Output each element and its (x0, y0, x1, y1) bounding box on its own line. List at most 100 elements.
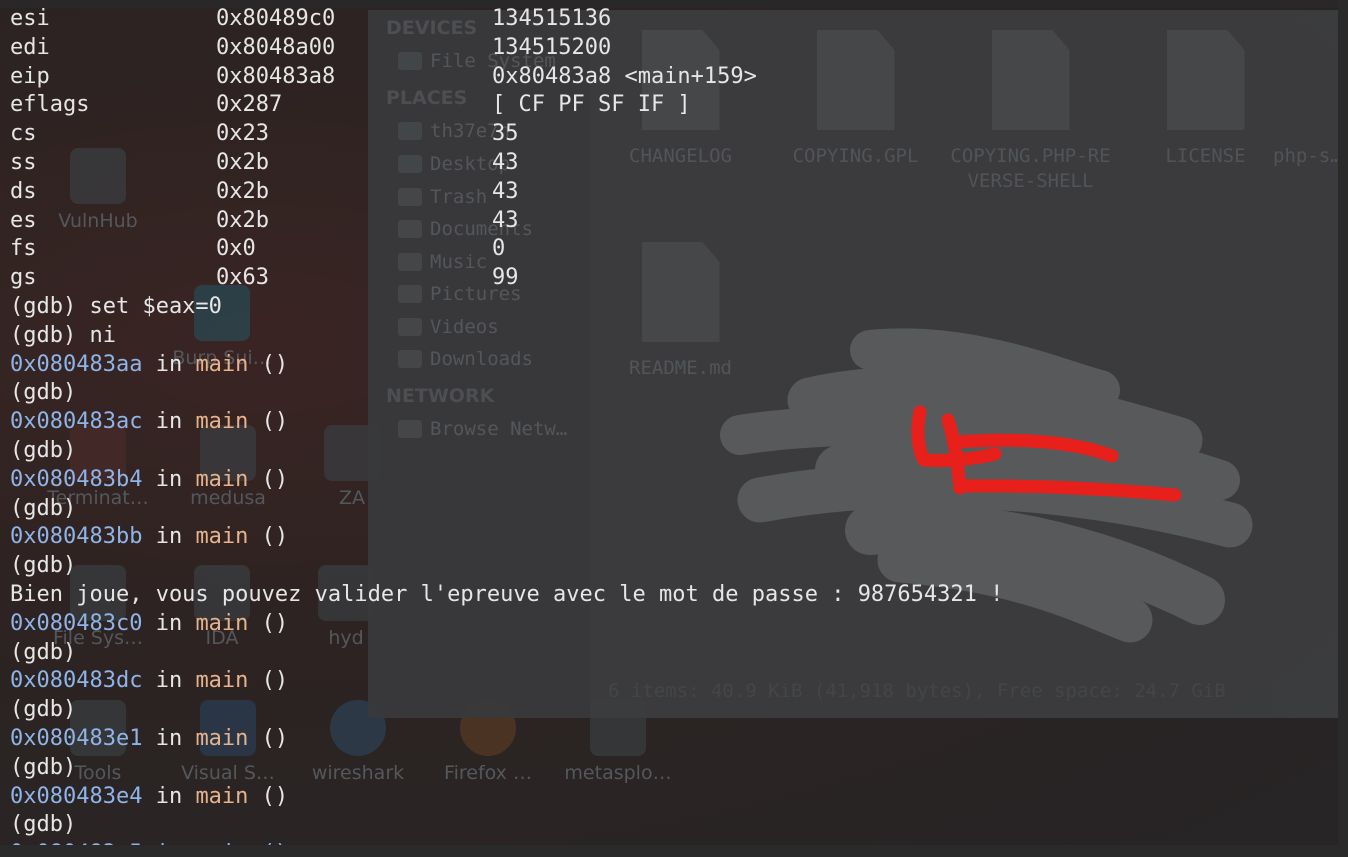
register-name: fs (10, 236, 37, 262)
parens: () (248, 351, 289, 377)
register-row: cs 0x23 35 (10, 120, 1003, 149)
step-output-line: 0x080483e4 in main () (10, 783, 1003, 812)
register-hex: 0x2b (216, 207, 269, 233)
register-hex: 0x2b (216, 178, 269, 204)
parens: () (248, 466, 289, 492)
in-word: in (142, 725, 196, 751)
register-value: 43 (492, 207, 519, 233)
function-name: main (195, 466, 249, 492)
register-row: gs 0x63 99 (10, 264, 1003, 293)
gdb-prompt: (gdb) (10, 495, 77, 521)
step-output-line: 0x080483e1 in main () (10, 725, 1003, 754)
in-word: in (142, 409, 196, 435)
register-hex: 0x0 (216, 236, 256, 262)
instruction-address: 0x080483ac (10, 409, 143, 435)
register-hex: 0x80483a8 (216, 63, 336, 89)
instruction-address: 0x080483e1 (10, 725, 143, 751)
register-value: 99 (492, 265, 519, 291)
function-name: main (195, 725, 249, 751)
register-name: cs (10, 121, 37, 147)
parens: () (248, 783, 289, 809)
register-row: edi 0x8048a00 134515200 (10, 34, 1003, 63)
function-name: main (195, 409, 249, 435)
gdb-prompt: (gdb) (10, 754, 77, 780)
function-name: main (195, 524, 249, 550)
register-value: 0x80483a8 <main+159> (492, 63, 757, 89)
register-name: ds (10, 178, 37, 204)
in-word: in (142, 351, 196, 377)
window-frame-top (0, 0, 1348, 8)
desktop-screen: VulnHub Burp Sui… Terminat… medusa ZA Fi… (0, 0, 1348, 857)
in-word: in (142, 783, 196, 809)
gdb-prompt: (gdb) (10, 553, 77, 579)
instruction-address: 0x080483c0 (10, 610, 143, 636)
gdb-command: (gdb) set $eax=0 (10, 293, 222, 319)
in-word: in (142, 524, 196, 550)
window-frame-bottom (0, 845, 1348, 857)
register-value: 43 (492, 149, 519, 175)
step-output-line: 0x080483bb in main () (10, 523, 1003, 552)
gdb-prompt: (gdb) (10, 812, 77, 838)
register-hex: 0x63 (216, 265, 269, 291)
gdb-prompt: (gdb) (10, 380, 77, 406)
register-name: eflags (10, 92, 90, 118)
program-message: Bien joue, vous pouvez valider l'epreuve… (10, 581, 1004, 607)
register-hex: 0x80489c0 (216, 6, 336, 31)
parens: () (248, 668, 289, 694)
register-name: edi (10, 34, 50, 60)
register-hex: 0x2b (216, 149, 269, 175)
register-value: 0 (492, 236, 506, 262)
gdb-prompt-line: (gdb) (10, 495, 1003, 524)
parens: () (248, 409, 289, 435)
register-row: fs 0x0 0 (10, 235, 1003, 264)
gdb-prompt-line: (gdb) (10, 379, 1003, 408)
window-frame-right (1338, 0, 1348, 857)
register-hex: 0x287 (216, 92, 283, 118)
gdb-prompt: (gdb) (10, 437, 77, 463)
in-word: in (142, 668, 196, 694)
register-value: [ CF PF SF IF ] (492, 92, 691, 118)
parens: () (248, 610, 289, 636)
gdb-prompt-line: (gdb) (10, 811, 1003, 840)
register-row: ss 0x2b 43 (10, 149, 1003, 178)
instruction-address: 0x080483e4 (10, 783, 143, 809)
register-name: gs (10, 265, 37, 291)
register-name: es (10, 207, 37, 233)
register-row: eflags 0x287 [ CF PF SF IF ] (10, 91, 1003, 120)
instruction-address: 0x080483bb (10, 524, 143, 550)
step-output-line: 0x080483b4 in main () (10, 466, 1003, 495)
function-name: main (195, 351, 249, 377)
register-value: 35 (492, 121, 519, 147)
gdb-command-line: (gdb) ni (10, 322, 1003, 351)
register-hex: 0x23 (216, 121, 269, 147)
register-row: es 0x2b 43 (10, 207, 1003, 236)
instruction-address: 0x080483aa (10, 351, 143, 377)
file-item[interactable]: php-s… (1273, 30, 1338, 169)
instruction-address: 0x080483dc (10, 668, 143, 694)
gdb-prompt-line: (gdb) (10, 754, 1003, 783)
instruction-address: 0x080483b4 (10, 466, 143, 492)
gdb-prompt: (gdb) (10, 639, 77, 665)
gdb-prompt-line: (gdb) (10, 437, 1003, 466)
in-word: in (142, 466, 196, 492)
step-output-line: 0x080483aa in main () (10, 351, 1003, 380)
register-hex: 0x8048a00 (216, 34, 336, 60)
file-name: LICENSE (1165, 145, 1246, 167)
register-name: ss (10, 149, 37, 175)
parens: () (248, 725, 289, 751)
gdb-prompt-line: (gdb) (10, 696, 1003, 725)
register-value: 43 (492, 178, 519, 204)
register-value: 134515200 (492, 34, 612, 60)
program-output-line: Bien joue, vous pouvez valider l'epreuve… (10, 581, 1003, 610)
file-name: php-s… (1273, 145, 1338, 167)
register-row: ds 0x2b 43 (10, 178, 1003, 207)
register-row: eip 0x80483a8 0x80483a8 <main+159> (10, 63, 1003, 92)
file-item[interactable]: LICENSE (1123, 30, 1288, 169)
gdb-command-line: (gdb) set $eax=0 (10, 293, 1003, 322)
gdb-prompt-line: (gdb) (10, 552, 1003, 581)
function-name: main (195, 610, 249, 636)
step-output-line: 0x080483dc in main () (10, 667, 1003, 696)
gdb-terminal-output[interactable]: esi 0x80489c0 134515136 edi 0x8048a00 1345152… (10, 5, 1003, 857)
register-row: esi 0x80489c0 134515136 (10, 5, 1003, 34)
step-output-line: 0x080483c0 in main () (10, 610, 1003, 639)
